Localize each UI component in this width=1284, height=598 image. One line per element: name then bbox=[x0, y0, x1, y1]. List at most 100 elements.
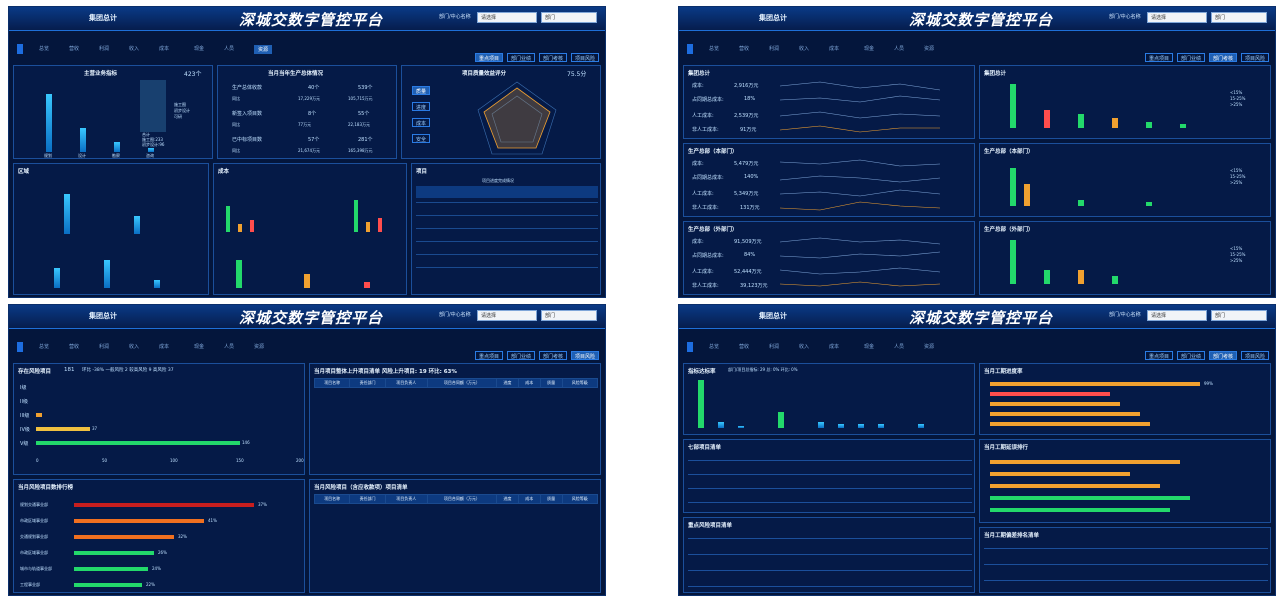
right-btn[interactable]: 部门业绩 bbox=[507, 351, 536, 360]
dept-bar bbox=[74, 567, 148, 571]
group-label[interactable]: 集团总计 bbox=[759, 13, 787, 23]
radar-btn[interactable]: 进度 bbox=[412, 102, 431, 111]
sub-select[interactable]: 部门 bbox=[1211, 310, 1267, 321]
production-panel: 当月当年生产总体情况 生产总体收款 40个 539个 同比 17,229万元 1… bbox=[217, 65, 397, 159]
dept-select[interactable]: 请选择 bbox=[1147, 12, 1207, 23]
row-v1: 17,229万元 bbox=[298, 96, 320, 101]
tab[interactable]: 收入 bbox=[799, 343, 809, 350]
right-btn[interactable]: 重点项目 bbox=[475, 351, 504, 360]
right-btn[interactable]: 部门业绩 bbox=[1177, 351, 1206, 360]
tab[interactable]: 营收 bbox=[69, 343, 79, 350]
cost-bar bbox=[364, 282, 370, 288]
right-btn[interactable]: 部门考核 bbox=[1209, 351, 1238, 360]
radar-title: 项目质量效益评分 bbox=[462, 71, 507, 77]
tab[interactable]: 营收 bbox=[739, 45, 749, 52]
dept-select[interactable]: 请选择 bbox=[477, 310, 537, 321]
sub-select[interactable]: 部门 bbox=[541, 310, 597, 321]
risk-title: 存在风险项目 bbox=[18, 369, 52, 375]
group-label[interactable]: 集团总计 bbox=[89, 13, 117, 23]
radar-btn[interactable]: 质量 bbox=[412, 86, 431, 95]
dept-bar bbox=[74, 519, 204, 523]
bar bbox=[1146, 122, 1152, 128]
tab[interactable]: 资源 bbox=[924, 343, 934, 350]
tab[interactable]: 人员 bbox=[224, 45, 234, 52]
right-btn[interactable]: 重点项目 bbox=[475, 53, 504, 62]
right-btn[interactable]: 重点项目 bbox=[1145, 53, 1174, 62]
right-btn[interactable]: 部门考核 bbox=[539, 53, 568, 62]
tab[interactable]: 利润 bbox=[769, 343, 779, 350]
rising-table-panel: 当月项目整体上升项目清单 风险上升项目: 19 环比: 63% 项目名称 责任部… bbox=[309, 363, 601, 475]
bar bbox=[918, 424, 924, 428]
tab[interactable]: 营收 bbox=[69, 45, 79, 52]
tab[interactable]: 现金 bbox=[194, 45, 204, 52]
page-title: 深城交数字管控平台 bbox=[909, 309, 1054, 327]
progress-bar bbox=[990, 412, 1140, 416]
legend: <15% bbox=[1230, 246, 1243, 251]
tab[interactable]: 资源 bbox=[254, 343, 264, 350]
bar bbox=[1180, 124, 1186, 128]
tab[interactable]: 利润 bbox=[99, 343, 109, 350]
delay-bar bbox=[990, 460, 1180, 464]
tab[interactable]: 总览 bbox=[39, 343, 49, 350]
divider bbox=[688, 502, 972, 503]
header: 集团总计 深城交数字管控平台 部门/中心名称 请选择 部门 bbox=[9, 7, 605, 31]
legend: >25% bbox=[1230, 258, 1243, 263]
right-btn[interactable]: 项目风险 bbox=[571, 351, 600, 360]
delay-bar bbox=[990, 472, 1130, 476]
bar bbox=[1146, 202, 1152, 206]
trend-lines bbox=[780, 81, 941, 133]
tab[interactable]: 成本 bbox=[159, 343, 169, 350]
deviation-panel: 当月工期偏差排名清单 bbox=[979, 527, 1271, 593]
tab[interactable]: 总览 bbox=[39, 45, 49, 52]
right-btn[interactable]: 项目风险 bbox=[1241, 351, 1270, 360]
tab-active[interactable]: 资源 bbox=[254, 45, 273, 54]
radar-btn[interactable]: 成本 bbox=[412, 118, 431, 127]
radar-btn[interactable]: 安全 bbox=[412, 134, 431, 143]
tab[interactable]: 资源 bbox=[924, 45, 934, 52]
tab[interactable]: 人员 bbox=[894, 343, 904, 350]
bar bbox=[1112, 276, 1118, 284]
tab[interactable]: 总览 bbox=[709, 343, 719, 350]
tab[interactable]: 收入 bbox=[129, 45, 139, 52]
cost-bar bbox=[236, 260, 242, 288]
right-btn[interactable]: 部门业绩 bbox=[1177, 53, 1206, 62]
tab[interactable]: 现金 bbox=[864, 343, 874, 350]
right-btn[interactable]: 项目风险 bbox=[571, 53, 600, 62]
sub-select[interactable]: 部门 bbox=[1211, 12, 1267, 23]
right-btn[interactable]: 部门考核 bbox=[539, 351, 568, 360]
dept-select[interactable]: 请选择 bbox=[1147, 310, 1207, 321]
tab[interactable]: 营收 bbox=[739, 343, 749, 350]
col-header: 项目名称 bbox=[313, 494, 351, 504]
right-btn[interactable]: 部门考核 bbox=[1209, 53, 1238, 62]
tab[interactable]: 人员 bbox=[894, 45, 904, 52]
table-panel-1: 七部项目清单 bbox=[683, 439, 975, 513]
row-label: 已中标项目数 bbox=[232, 137, 263, 143]
right-btn[interactable]: 项目风险 bbox=[1241, 53, 1270, 62]
tab[interactable]: 人员 bbox=[224, 343, 234, 350]
tab[interactable]: 成本 bbox=[829, 45, 839, 52]
tab[interactable]: 利润 bbox=[99, 45, 109, 52]
tab[interactable]: 成本 bbox=[829, 343, 839, 350]
group-label[interactable]: 集团总计 bbox=[759, 311, 787, 321]
bar bbox=[1078, 200, 1084, 206]
legend: >25% bbox=[1230, 102, 1243, 107]
row-value: 131万元 bbox=[740, 205, 760, 211]
group-label[interactable]: 集团总计 bbox=[89, 311, 117, 321]
dept-select[interactable]: 请选择 bbox=[477, 12, 537, 23]
tab[interactable]: 现金 bbox=[864, 45, 874, 52]
tab[interactable]: 现金 bbox=[194, 343, 204, 350]
bar-cat: 咨询 bbox=[146, 153, 154, 158]
tab[interactable]: 收入 bbox=[129, 343, 139, 350]
divider bbox=[688, 460, 972, 461]
tab[interactable]: 总览 bbox=[709, 45, 719, 52]
legend-note: 初步设计:96 bbox=[142, 142, 165, 147]
level-label: II级 bbox=[20, 399, 28, 405]
right-btn[interactable]: 部门业绩 bbox=[507, 53, 536, 62]
tab[interactable]: 成本 bbox=[159, 45, 169, 52]
sub-select[interactable]: 部门 bbox=[541, 12, 597, 23]
tab[interactable]: 利润 bbox=[769, 45, 779, 52]
right-btn[interactable]: 重点项目 bbox=[1145, 351, 1174, 360]
tab[interactable]: 收入 bbox=[799, 45, 809, 52]
table-title: 当月项目整体上升项目清单 风险上升项目: 19 环比: 63% bbox=[314, 369, 457, 375]
bar bbox=[1024, 184, 1030, 206]
